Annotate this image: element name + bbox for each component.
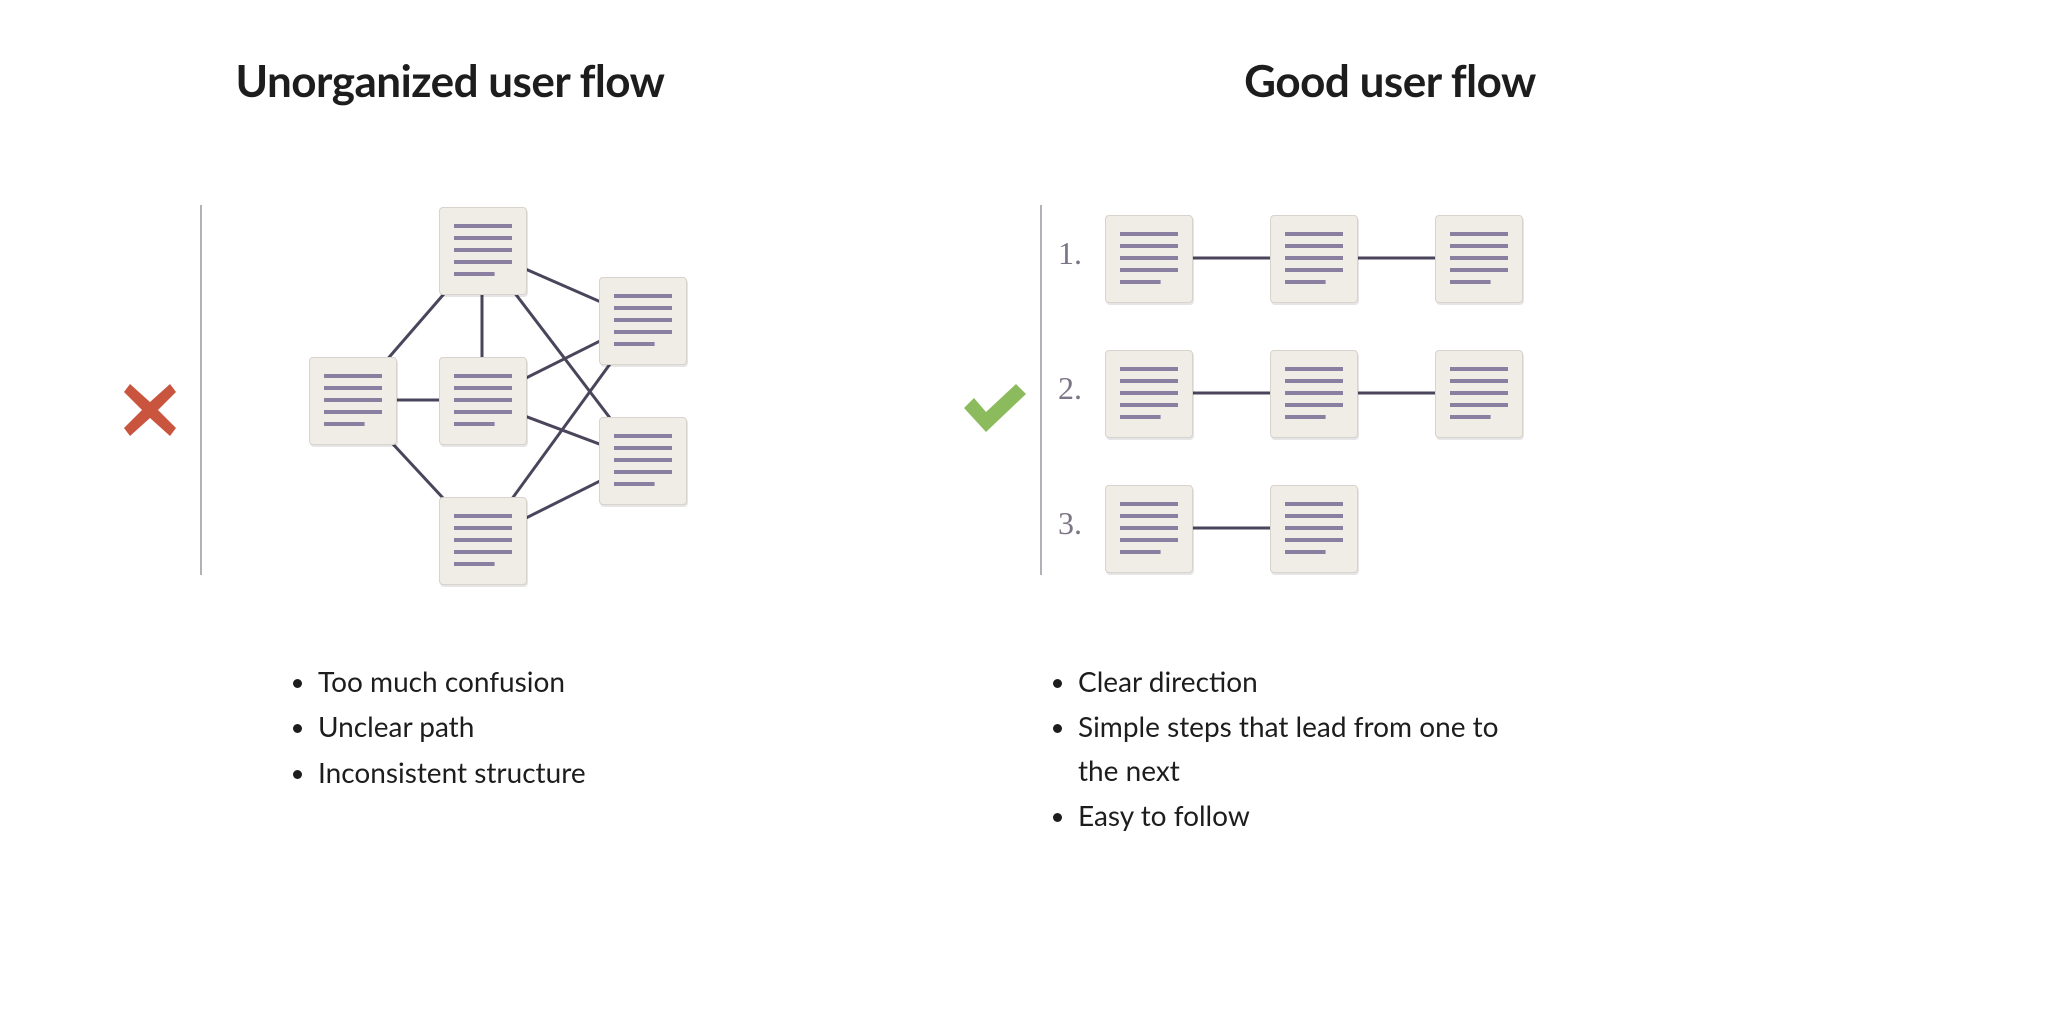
divider-bar	[200, 205, 202, 575]
divider-bar	[1040, 205, 1042, 575]
bullet-item: Inconsistent structure	[318, 751, 790, 796]
flow-node	[1270, 485, 1358, 573]
unorganized-bullets: Too much confusion Unclear path Inconsis…	[290, 660, 790, 796]
flow-node	[599, 417, 687, 505]
bullet-item: Simple steps that lead from one to the n…	[1078, 705, 1510, 794]
good-bullets: Clear direction Simple steps that lead f…	[1050, 660, 1510, 840]
bullet-item: Clear direction	[1078, 660, 1510, 705]
unorganized-title: Unorganized user flow	[0, 55, 900, 107]
flow-node	[1270, 215, 1358, 303]
cross-icon	[120, 380, 180, 440]
flow-node	[439, 207, 527, 295]
row-number: 2.	[1058, 370, 1082, 407]
bullet-item: Easy to follow	[1078, 794, 1510, 839]
bullet-item: Unclear path	[318, 705, 790, 750]
check-icon	[960, 380, 1030, 436]
bullet-item: Too much confusion	[318, 660, 790, 705]
flow-node	[1105, 485, 1193, 573]
flow-node	[1105, 350, 1193, 438]
flow-node	[439, 497, 527, 585]
flow-node	[1270, 350, 1358, 438]
flow-node	[1435, 350, 1523, 438]
flow-node	[1435, 215, 1523, 303]
flow-node	[439, 357, 527, 445]
flow-node	[1105, 215, 1193, 303]
row-number: 1.	[1058, 235, 1082, 272]
row-number: 3.	[1058, 505, 1082, 542]
flow-node	[599, 277, 687, 365]
flow-node	[309, 357, 397, 445]
good-title: Good user flow	[940, 55, 1840, 107]
